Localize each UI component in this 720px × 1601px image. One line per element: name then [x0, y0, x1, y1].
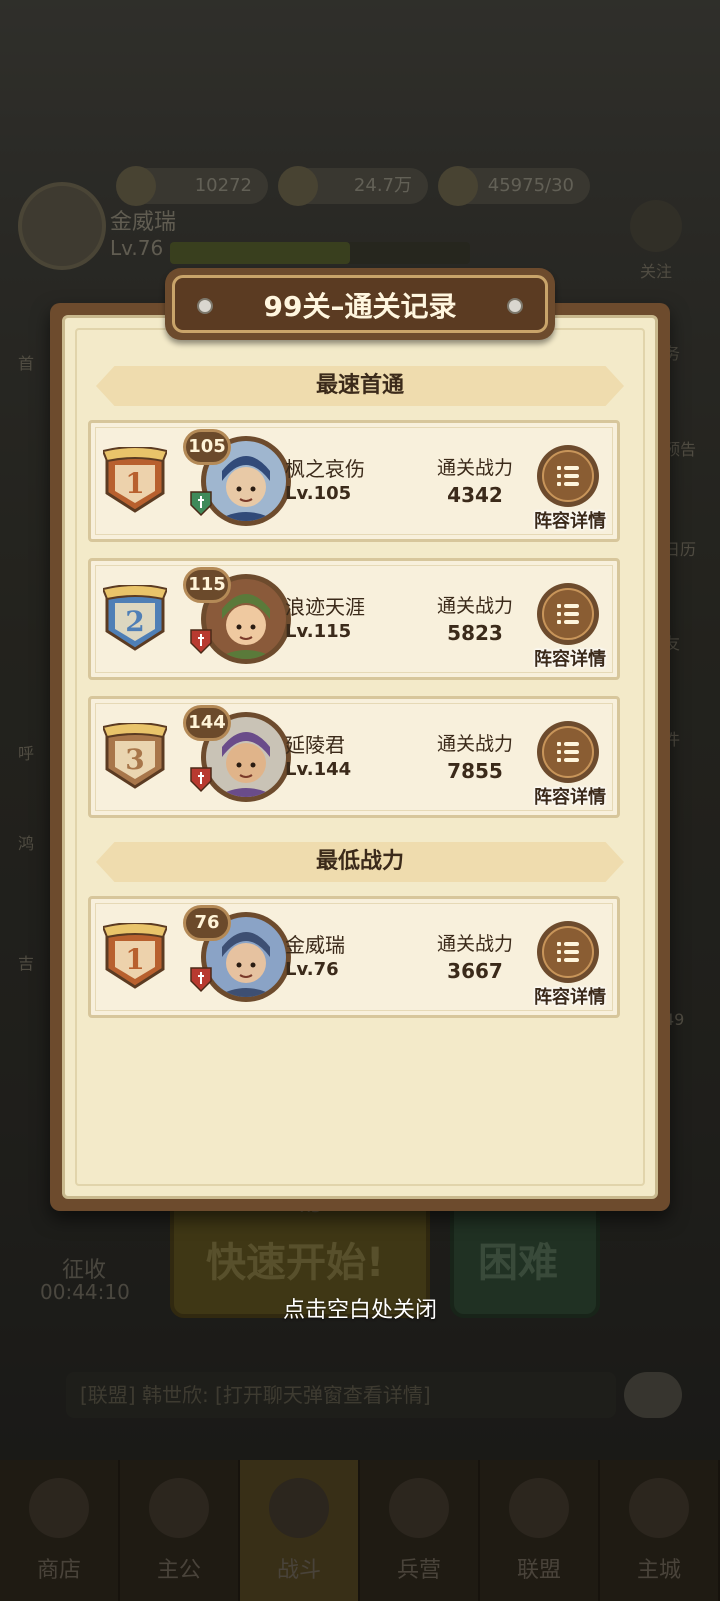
- player-level: Lv.105: [285, 483, 352, 504]
- lineup-details-label[interactable]: 阵容详情: [523, 983, 617, 1009]
- faction-shield-icon: [190, 491, 212, 517]
- level-chip: 115: [183, 567, 231, 603]
- rank-badge-icon: 2: [103, 585, 167, 651]
- close-hint[interactable]: 点击空白处关闭: [0, 1292, 720, 1324]
- player-level: Lv.144: [285, 759, 352, 780]
- power-value: 5823: [447, 621, 503, 645]
- section-title-lowest: 最低战力: [315, 849, 404, 874]
- record-card: 2 115 浪迹天涯 Lv.115 通关战力 5823 阵容详情: [88, 558, 620, 680]
- faction-shield-icon: [190, 767, 212, 793]
- level-chip: 105: [183, 429, 231, 465]
- power-label: 通关战力: [436, 933, 513, 955]
- faction-shield-icon: [190, 629, 212, 655]
- player-level: Lv.76: [285, 959, 339, 980]
- lineup-details-button[interactable]: [537, 921, 599, 983]
- list-icon: [557, 466, 579, 486]
- player-name: 延陵君: [285, 733, 345, 757]
- list-icon: [557, 942, 579, 962]
- player-name: 浪迹天涯: [285, 595, 365, 619]
- rivet-icon: [507, 298, 523, 314]
- faction-shield-icon: [190, 967, 212, 993]
- rank-number: 3: [125, 743, 144, 776]
- record-card: 1 76 金威瑞 Lv.76 通关战力 3667 阵容详情: [88, 896, 620, 1018]
- lineup-details-button[interactable]: [537, 445, 599, 507]
- rank-number: 2: [125, 605, 144, 638]
- rank-number: 1: [125, 943, 144, 976]
- record-card: 1 105 枫之哀伤 Lv.105 通关战力 4342 阵容详情: [88, 420, 620, 542]
- player-name: 金威瑞: [285, 933, 345, 957]
- power-value: 7855: [447, 759, 503, 783]
- lineup-details-label[interactable]: 阵容详情: [523, 783, 617, 809]
- player-level: Lv.115: [285, 621, 352, 642]
- player-name: 枫之哀伤: [285, 457, 365, 481]
- lineup-details-button[interactable]: [537, 583, 599, 645]
- power-label: 通关战力: [436, 595, 513, 617]
- dialog-title-plaque: 99关–通关记录: [165, 268, 555, 340]
- list-icon: [557, 742, 579, 762]
- power-value: 3667: [447, 959, 503, 983]
- level-chip: 76: [183, 905, 231, 941]
- lineup-details-label[interactable]: 阵容详情: [523, 645, 617, 671]
- power-label: 通关战力: [436, 457, 513, 479]
- dialog-title: 99关–通关记录: [263, 290, 457, 323]
- rank-badge-icon: 3: [103, 723, 167, 789]
- rank-badge-icon: 1: [103, 923, 167, 989]
- lineup-details-label[interactable]: 阵容详情: [523, 507, 617, 533]
- section-title-fastest: 最速首通: [315, 373, 404, 398]
- list-icon: [557, 604, 579, 624]
- rank-number: 1: [125, 467, 144, 500]
- power-label: 通关战力: [436, 733, 513, 755]
- level-chip: 144: [183, 705, 231, 741]
- record-card: 3 144 延陵君 Lv.144 通关战力 7855 阵容详情: [88, 696, 620, 818]
- lineup-details-button[interactable]: [537, 721, 599, 783]
- power-value: 4342: [447, 483, 503, 507]
- rank-badge-icon: 1: [103, 447, 167, 513]
